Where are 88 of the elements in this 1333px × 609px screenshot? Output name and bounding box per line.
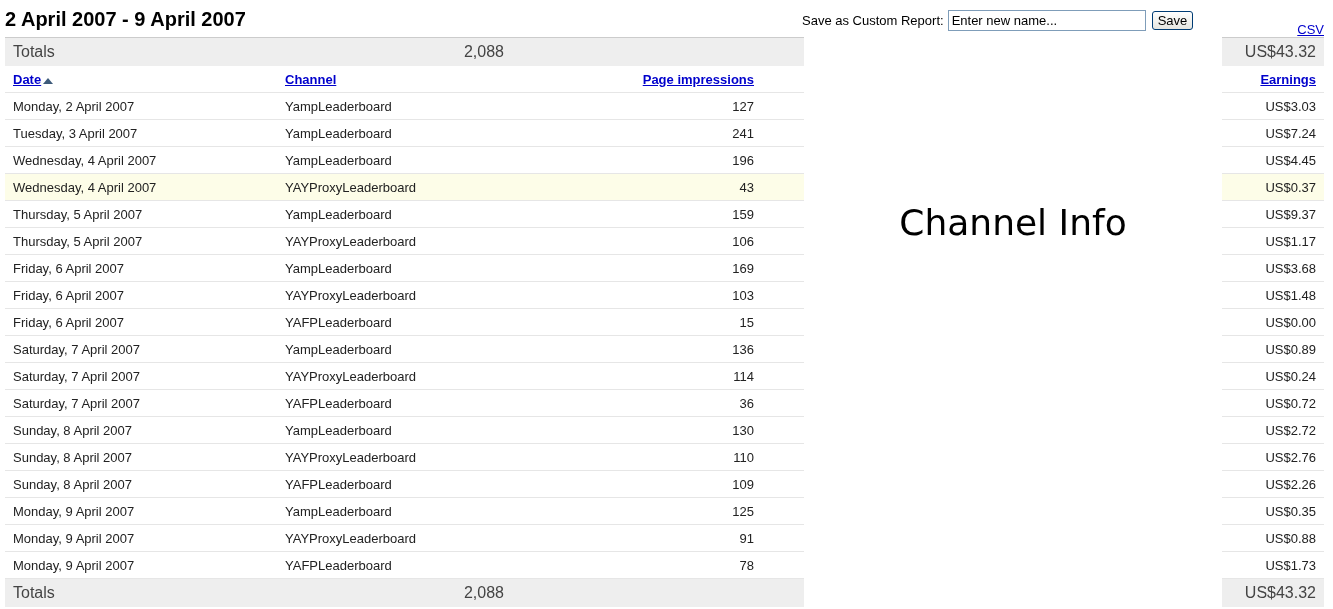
date-cell-text: Monday, 9 April 2007	[12, 557, 136, 573]
earnings-cell: US$0.37	[1265, 179, 1316, 195]
channel-cell-text: YAYProxyLeaderboard	[285, 530, 418, 546]
impressions-cell-text: 159	[731, 206, 754, 222]
channel-cell-text: YampLeaderboard	[285, 206, 393, 222]
earnings-cell: US$4.45	[1265, 152, 1316, 168]
impressions-cell-text: 78	[738, 557, 754, 573]
impressions-cell-text: 106	[731, 233, 754, 249]
totals-impressions: 2,088	[462, 43, 504, 61]
totals-label: Totals	[12, 584, 56, 602]
date-cell-text: Monday, 9 April 2007	[12, 530, 136, 546]
earnings-cell: US$0.72	[1265, 395, 1316, 411]
totals-impressions: 2,088	[462, 584, 504, 602]
earnings-cell: US$0.35	[1265, 503, 1316, 519]
channel-cell-text: YAYProxyLeaderboard	[285, 287, 418, 303]
impressions-cell-text: 241	[731, 125, 754, 141]
impressions-cell-text: 127	[731, 98, 754, 114]
channel-cell-text: YAFPLeaderboard	[285, 476, 393, 492]
totals-label: Totals	[12, 43, 56, 61]
impressions-cell-text: 136	[731, 341, 754, 357]
earnings-cell: US$9.37	[1265, 206, 1316, 222]
earnings-cell: US$1.48	[1265, 287, 1316, 303]
impressions-cell-text: 15	[738, 314, 754, 330]
date-cell-text: Saturday, 7 April 2007	[12, 368, 141, 384]
channel-cell-text: YampLeaderboard	[285, 422, 393, 438]
impressions-cell-text: 43	[738, 179, 754, 195]
earnings-cell: US$1.17	[1265, 233, 1316, 249]
date-cell-text: Wednesday, 4 April 2007	[12, 152, 158, 168]
save-button[interactable]: Save	[1151, 11, 1194, 30]
date-cell-text: Thursday, 5 April 2007	[12, 233, 144, 249]
earnings-cell: US$3.03	[1265, 98, 1316, 114]
date-cell-text: Tuesday, 3 April 2007	[12, 125, 139, 141]
date-cell-text: Saturday, 7 April 2007	[12, 341, 141, 357]
channel-cell-text: YampLeaderboard	[285, 341, 393, 357]
channel-cell-text: YAYProxyLeaderboard	[285, 233, 418, 249]
impressions-cell-text: 130	[731, 422, 754, 438]
impressions-column-header[interactable]: Page impressions	[642, 71, 754, 87]
channel-cell-text: YampLeaderboard	[285, 125, 393, 141]
channel-cell-text: YampLeaderboard	[285, 503, 393, 519]
impressions-cell-text: 110	[732, 449, 754, 465]
impressions-cell-text: 109	[731, 476, 754, 492]
channel-cell-text: YampLeaderboard	[285, 260, 393, 276]
channel-cell-text: YAFPLeaderboard	[285, 314, 393, 330]
channel-cell-text: YAYProxyLeaderboard	[285, 179, 418, 195]
earnings-cell: US$2.76	[1265, 449, 1316, 465]
impressions-cell-text: 125	[731, 503, 754, 519]
earnings-cell: US$3.68	[1265, 260, 1316, 276]
date-cell-text: Monday, 9 April 2007	[12, 503, 136, 519]
report-name-field[interactable]: Enter new name...	[947, 10, 1146, 31]
impressions-cell-text: 169	[731, 260, 754, 276]
date-cell-text: Sunday, 8 April 2007	[12, 449, 133, 465]
date-cell-text: Saturday, 7 April 2007	[12, 395, 141, 411]
date-cell-text: Thursday, 5 April 2007	[12, 206, 144, 222]
totals-earnings: US$43.32	[1222, 38, 1324, 66]
date-cell-text: Monday, 2 April 2007	[12, 98, 136, 114]
date-cell-text: Friday, 6 April 2007	[12, 287, 126, 303]
channel-cell-text: YampLeaderboard	[285, 152, 393, 168]
date-cell-text: Wednesday, 4 April 2007	[12, 179, 158, 195]
totals-earnings: US$43.32	[1222, 579, 1324, 607]
date-column-header[interactable]: Date	[13, 71, 42, 87]
date-cell-text: Friday, 6 April 2007	[12, 314, 126, 330]
save-report-label: Save as Custom Report:	[802, 13, 944, 28]
earnings-cell: US$1.73	[1265, 557, 1316, 573]
channel-cell-text: YAFPLeaderboard	[285, 557, 393, 573]
earnings-cell: US$0.00	[1265, 314, 1316, 330]
report-title: 2 April 2007 - 9 April 2007	[4, 7, 247, 31]
earnings-cell: US$2.72	[1265, 422, 1316, 438]
channel-info-text: Channel Info	[899, 202, 1127, 245]
earnings-cell: US$7.24	[1265, 125, 1316, 141]
impressions-cell-text: 103	[731, 287, 754, 303]
impressions-cell-text: 114	[732, 368, 754, 384]
earnings-column-header[interactable]: Earnings	[1260, 71, 1316, 87]
channel-cell-text: YAFPLeaderboard	[285, 395, 393, 411]
impressions-cell-text: 196	[731, 152, 754, 168]
date-cell-text: Sunday, 8 April 2007	[12, 476, 133, 492]
impressions-cell-text: 36	[738, 395, 754, 411]
csv-link[interactable]: CSV	[1297, 0, 1324, 37]
date-cell-text: Sunday, 8 April 2007	[12, 422, 133, 438]
earnings-cell: US$0.24	[1265, 368, 1316, 384]
earnings-cell: US$0.89	[1265, 341, 1316, 357]
channel-column-header[interactable]: Channel	[285, 71, 337, 87]
earnings-cell: US$2.26	[1265, 476, 1316, 492]
channel-cell-text: YAYProxyLeaderboard	[285, 449, 418, 465]
impressions-cell-text: 91	[738, 530, 754, 546]
earnings-cell: US$0.88	[1265, 530, 1316, 546]
channel-cell-text: YAYProxyLeaderboard	[285, 368, 418, 384]
date-cell-text: Friday, 6 April 2007	[12, 260, 126, 276]
channel-cell-text: YampLeaderboard	[285, 98, 393, 114]
